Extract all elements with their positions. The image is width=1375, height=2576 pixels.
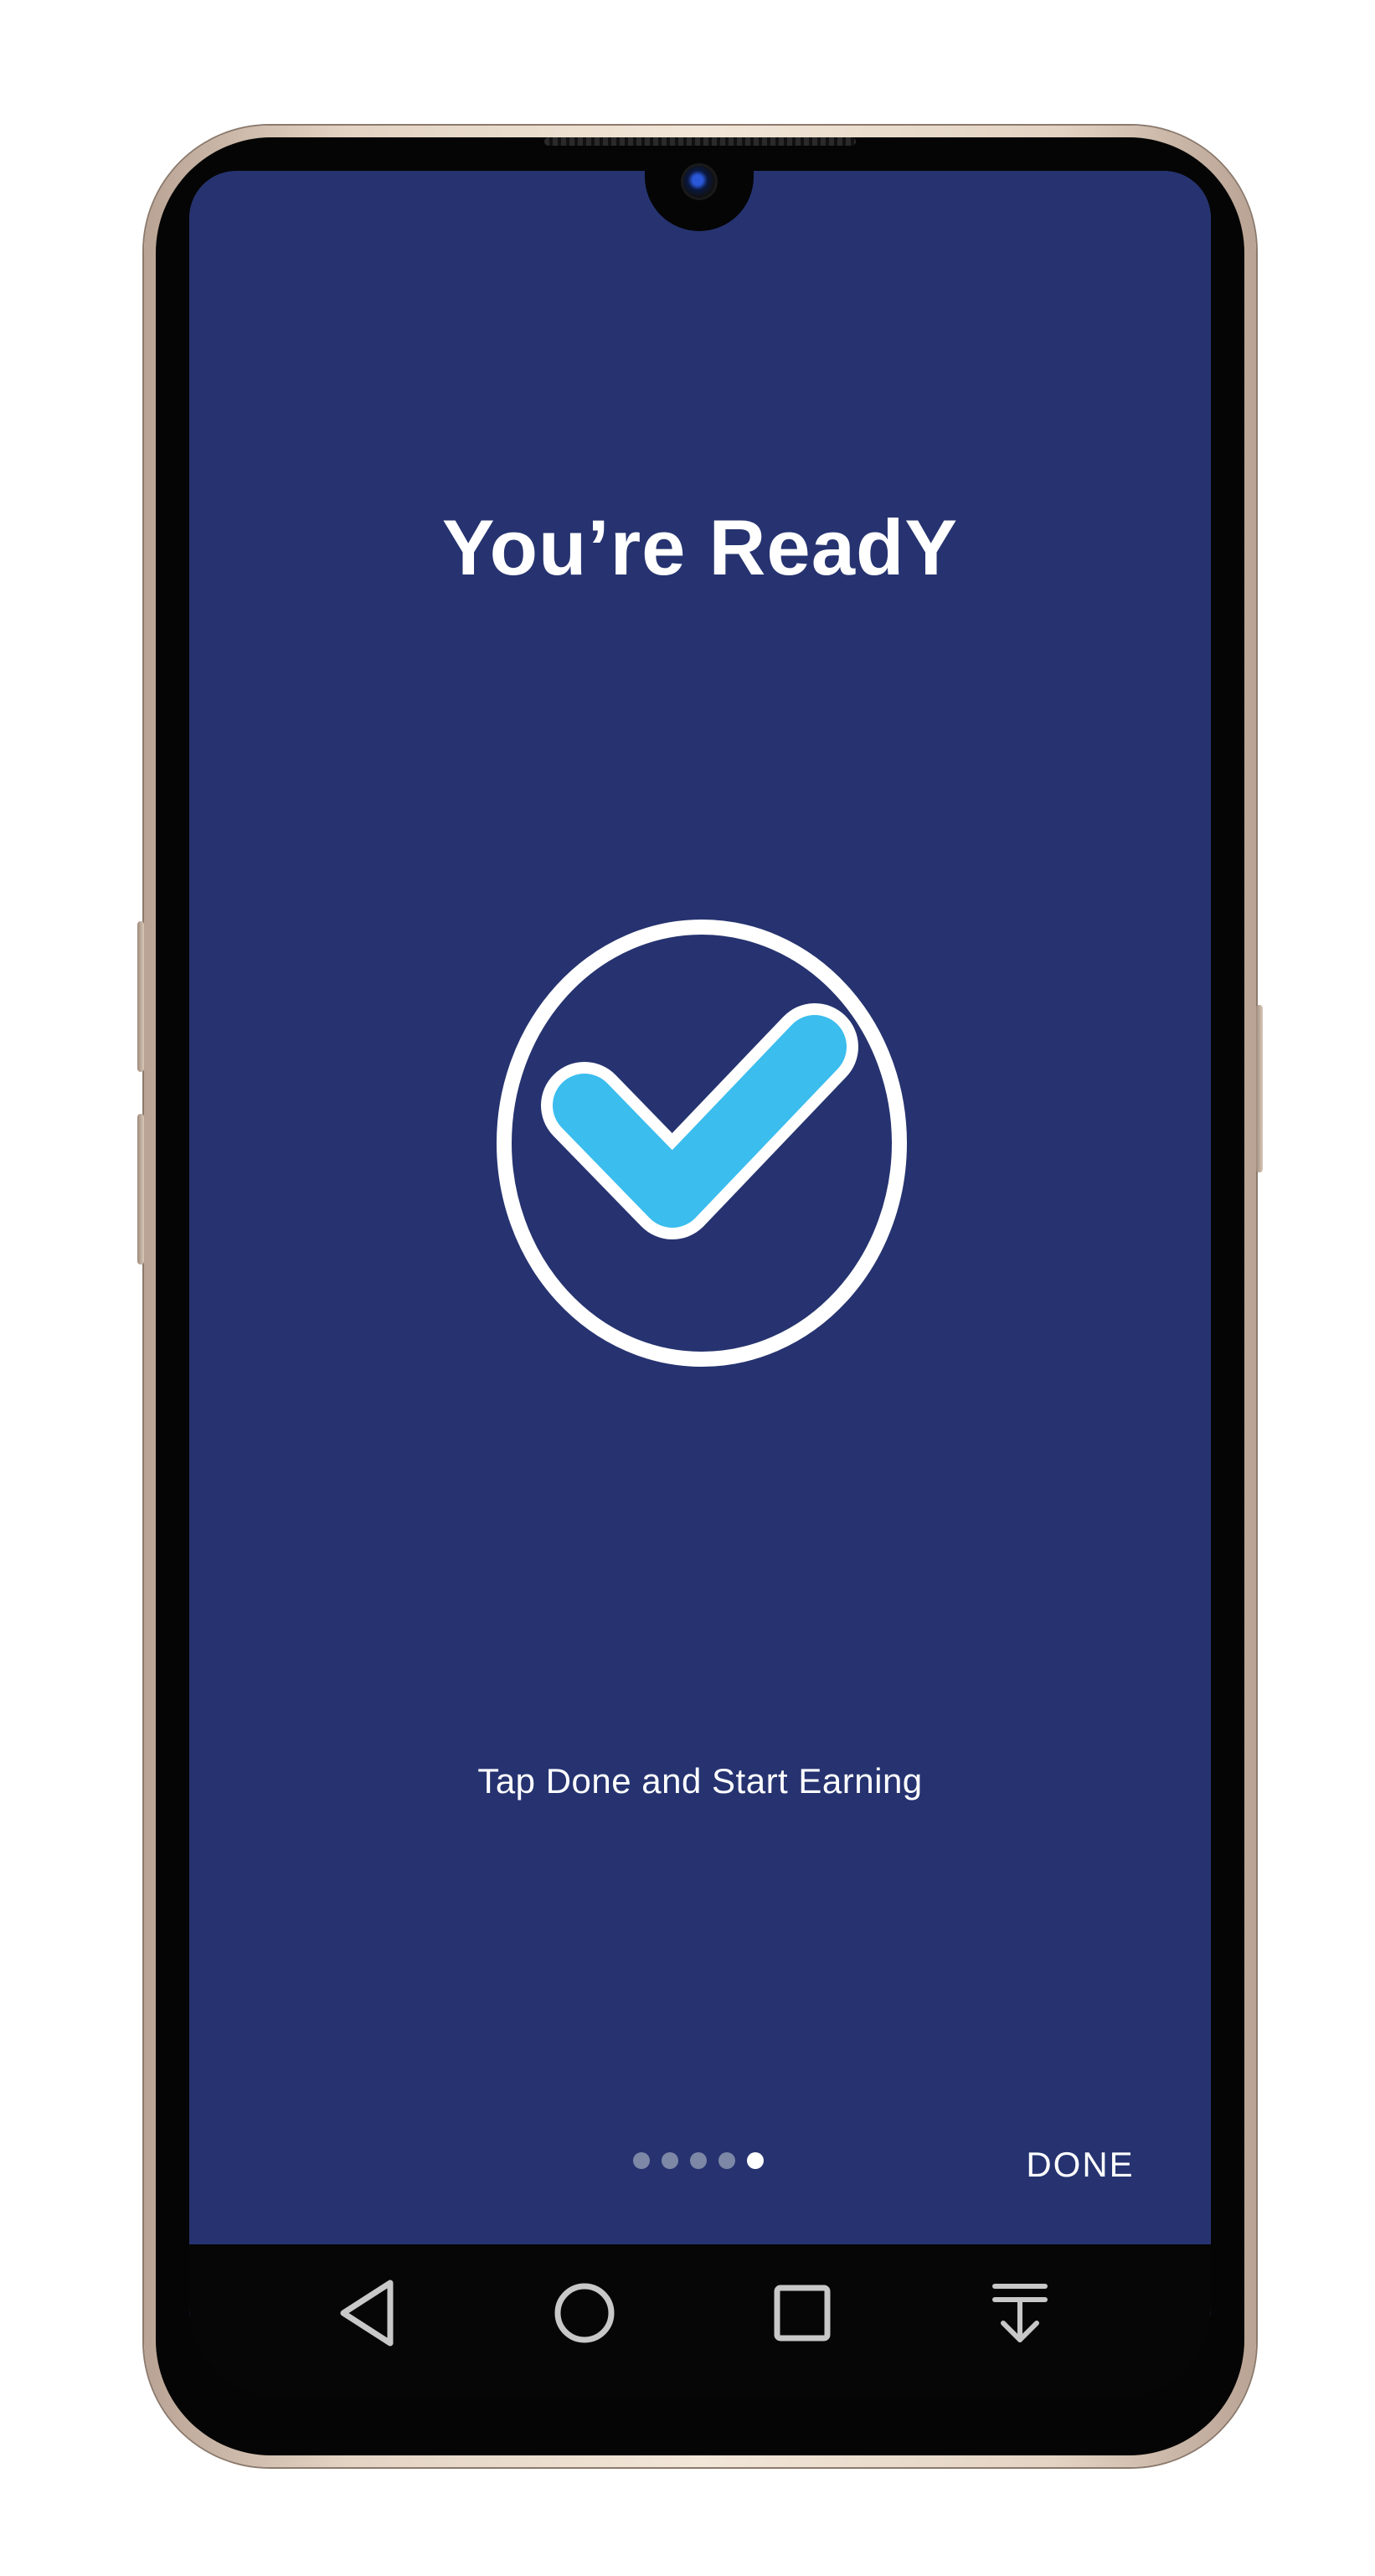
- page-dot-3[interactable]: [690, 2152, 707, 2169]
- power-button: [1256, 1005, 1263, 1172]
- back-icon[interactable]: [325, 2271, 409, 2355]
- success-check-icon: [492, 913, 911, 1373]
- page: You’re ReadY Tap Done and Start Earning …: [0, 0, 1375, 2576]
- front-camera: [683, 166, 715, 198]
- page-title: You’re ReadY: [441, 503, 959, 591]
- page-dot-4[interactable]: [718, 2152, 735, 2169]
- page-indicator: [633, 2152, 764, 2169]
- page-dot-1[interactable]: [633, 2152, 650, 2169]
- volume-up-button: [137, 921, 144, 1072]
- page-dot-2[interactable]: [662, 2152, 678, 2169]
- checkmark-fill: [553, 1015, 847, 1228]
- notifications-pull-icon[interactable]: [978, 2271, 1062, 2355]
- page-dot-5-active[interactable]: [747, 2152, 764, 2169]
- home-icon[interactable]: [543, 2271, 626, 2355]
- volume-down-button: [137, 1114, 144, 1265]
- earpiece-speaker: [544, 137, 856, 146]
- instruction-text: Tap Done and Start Earning: [477, 1761, 923, 1801]
- recents-icon[interactable]: [760, 2271, 844, 2355]
- done-button[interactable]: DONE: [1017, 2140, 1143, 2190]
